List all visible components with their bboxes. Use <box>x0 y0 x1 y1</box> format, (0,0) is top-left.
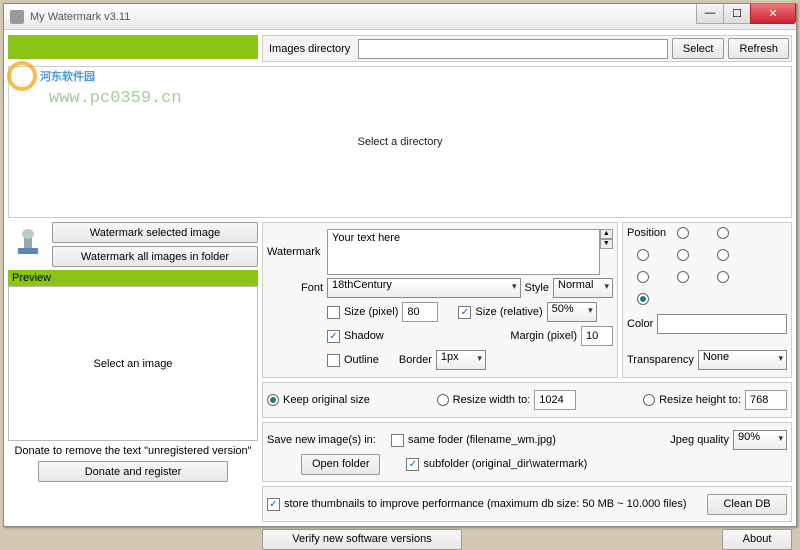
verify-versions-button[interactable]: Verify new software versions <box>262 529 462 550</box>
position-radio-7[interactable] <box>677 271 689 283</box>
app-icon <box>10 10 24 24</box>
outline-checkbox[interactable] <box>327 354 340 367</box>
transparency-label: Transparency <box>627 354 694 366</box>
resize-height-radio[interactable] <box>643 394 655 406</box>
watermark-selected-button[interactable]: Watermark selected image <box>52 222 258 243</box>
size-px-label: Size (pixel) <box>344 306 398 318</box>
resize-height-label: Resize height to: <box>659 394 741 406</box>
site-watermark-icon: 河东软件园 <box>7 61 95 91</box>
size-rel-checkbox[interactable]: ✓ <box>458 306 471 319</box>
subfolder-label: subfolder (original_dir\watermark) <box>423 458 587 470</box>
images-dir-input[interactable] <box>358 39 668 59</box>
open-folder-button[interactable]: Open folder <box>301 454 380 475</box>
clean-db-button[interactable]: Clean DB <box>707 494 787 515</box>
stamp-icon <box>10 224 46 260</box>
store-thumbnails-label: store thumbnails to improve performance … <box>284 498 687 510</box>
select-dir-button[interactable]: Select <box>672 38 725 59</box>
position-radio-6[interactable] <box>637 271 649 283</box>
maximize-button[interactable]: ☐ <box>723 4 751 24</box>
shadow-label: Shadow <box>344 330 384 342</box>
preview-header: Preview <box>8 270 258 286</box>
save-in-label: Save new image(s) in: <box>267 434 387 446</box>
app-window: My Watermark v3.11 — ☐ ✕ Images director… <box>3 3 797 527</box>
watermark-text-scroll[interactable]: ▲▼ <box>600 229 613 275</box>
directory-pane: 河东软件园 www.pc0359.cn Select a directory <box>8 66 792 218</box>
site-watermark-url: www.pc0359.cn <box>49 89 182 108</box>
color-label: Color <box>627 318 653 330</box>
border-label: Border <box>399 354 432 366</box>
subfolder-checkbox[interactable]: ✓ <box>406 458 419 471</box>
position-radio-8[interactable] <box>717 271 729 283</box>
size-px-checkbox[interactable] <box>327 306 340 319</box>
margin-input[interactable] <box>581 326 613 346</box>
transparency-select[interactable]: None <box>698 350 787 370</box>
jpeg-quality-label: Jpeg quality <box>670 434 729 446</box>
position-radio-9[interactable] <box>637 293 649 305</box>
directory-placeholder: Select a directory <box>358 136 443 148</box>
window-title: My Watermark v3.11 <box>30 11 697 23</box>
position-radio-1[interactable] <box>677 227 689 239</box>
resize-width-radio[interactable] <box>437 394 449 406</box>
resize-width-input[interactable] <box>534 390 576 410</box>
watermark-text-input[interactable] <box>327 229 600 275</box>
size-rel-label: Size (relative) <box>475 306 542 318</box>
resize-height-input[interactable] <box>745 390 787 410</box>
size-rel-select[interactable]: 50% <box>547 302 597 322</box>
style-select[interactable]: Normal <box>553 278 613 298</box>
outline-label: Outline <box>344 354 379 366</box>
border-select[interactable]: 1px <box>436 350 486 370</box>
refresh-button[interactable]: Refresh <box>728 38 789 59</box>
style-label: Style <box>525 282 549 294</box>
position-radio-3[interactable] <box>637 249 649 261</box>
same-folder-label: same foder (filename_wm.jpg) <box>408 434 556 446</box>
position-radio-5[interactable] <box>717 249 729 261</box>
watermark-text-label: Watermark <box>267 246 323 258</box>
preview-pane: Select an image <box>8 286 258 441</box>
margin-label: Margin (pixel) <box>510 330 577 342</box>
resize-width-label: Resize width to: <box>453 394 531 406</box>
minimize-button[interactable]: — <box>696 4 724 24</box>
donate-text: Donate to remove the text "unregistered … <box>8 445 258 457</box>
position-radio-2[interactable] <box>717 227 729 239</box>
preview-placeholder: Select an image <box>94 358 173 370</box>
titlebar[interactable]: My Watermark v3.11 — ☐ ✕ <box>4 4 796 30</box>
shadow-checkbox[interactable]: ✓ <box>327 330 340 343</box>
store-thumbnails-checkbox[interactable]: ✓ <box>267 498 280 511</box>
keep-size-radio[interactable] <box>267 394 279 406</box>
position-radio-4[interactable] <box>677 249 689 261</box>
images-dir-label: Images directory <box>269 43 350 55</box>
keep-size-label: Keep original size <box>283 394 370 406</box>
donate-button[interactable]: Donate and register <box>38 461 228 482</box>
font-select[interactable]: 18thCentury <box>327 278 521 298</box>
watermark-all-button[interactable]: Watermark all images in folder <box>52 246 258 267</box>
about-button[interactable]: About <box>722 529 792 550</box>
same-folder-checkbox[interactable] <box>391 434 404 447</box>
size-px-input[interactable] <box>402 302 438 322</box>
close-button[interactable]: ✕ <box>750 4 796 24</box>
jpeg-quality-select[interactable]: 90% <box>733 430 787 450</box>
font-label: Font <box>267 282 323 294</box>
color-picker[interactable] <box>657 314 787 334</box>
brand-bar <box>8 35 258 59</box>
